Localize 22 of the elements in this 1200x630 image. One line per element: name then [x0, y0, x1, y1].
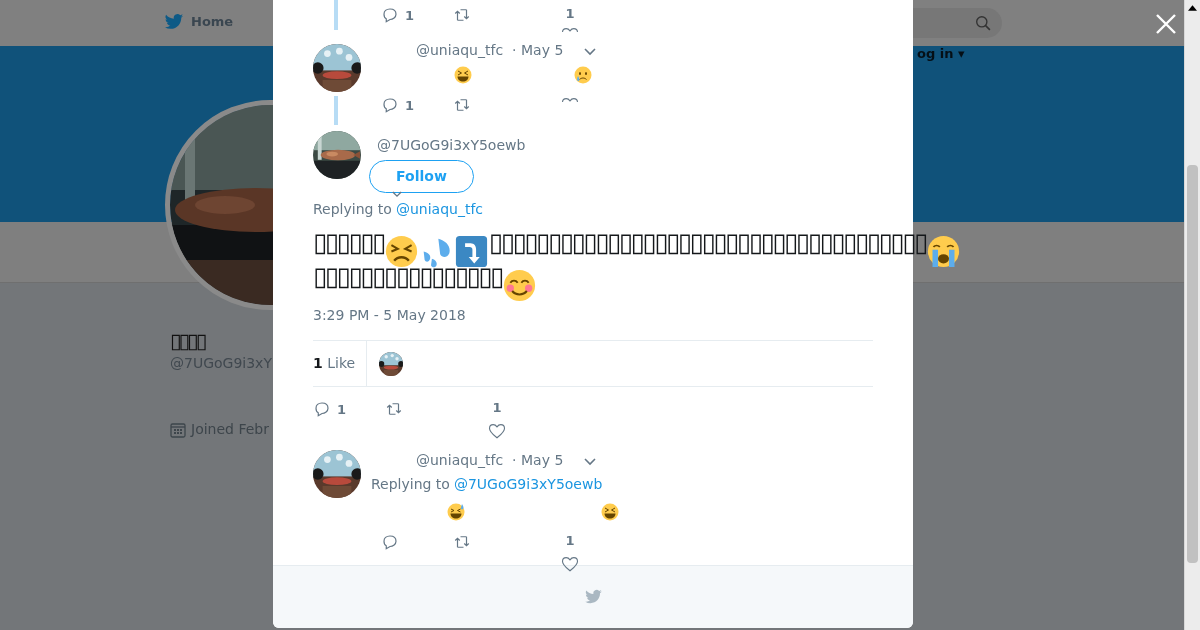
replying-to-label: Replying to: [371, 475, 450, 494]
tweet-date[interactable]: · May 5: [512, 40, 564, 61]
tweet-text: ▯▯▯▯▯▯▯▯▯▯▯▯▯▯▯▯: [313, 261, 502, 291]
count: 1: [337, 402, 347, 417]
mention-link[interactable]: @7UGoG9i3xY5oewb: [453, 474, 603, 495]
mention-link[interactable]: @uniaqu_tfc: [395, 199, 484, 220]
count: 1: [405, 8, 415, 23]
tweet-text: ▯▯▯▯▯▯▯▯▯▯▯▯▯▯▯▯▯▯▯▯▯▯▯▯▯▯▯▯▯▯▯▯▯▯▯▯▯: [488, 227, 926, 257]
user-handle[interactable]: @uniaqu_tfc: [416, 450, 504, 471]
tweet-date[interactable]: · May 5: [512, 450, 564, 471]
user-handle[interactable]: @7UGoG9i3xY5oewb: [369, 135, 526, 156]
tweet-timestamp[interactable]: 3:29 PM - 5 May 2018: [313, 307, 466, 323]
tweet-text: ▯▯▯▯▯▯: [313, 227, 384, 257]
count: 1: [565, 532, 575, 550]
likes-count[interactable]: 1 Like: [313, 353, 366, 374]
count: 1: [405, 98, 415, 113]
user-handle[interactable]: @uniaqu_tfc: [416, 40, 504, 61]
home-link[interactable]: Home: [163, 12, 234, 32]
replying-to-label: Replying to: [313, 200, 392, 219]
count: 1: [492, 399, 502, 417]
profile-name: ▯▯▯▯: [170, 329, 205, 353]
count: 1: [565, 5, 575, 23]
